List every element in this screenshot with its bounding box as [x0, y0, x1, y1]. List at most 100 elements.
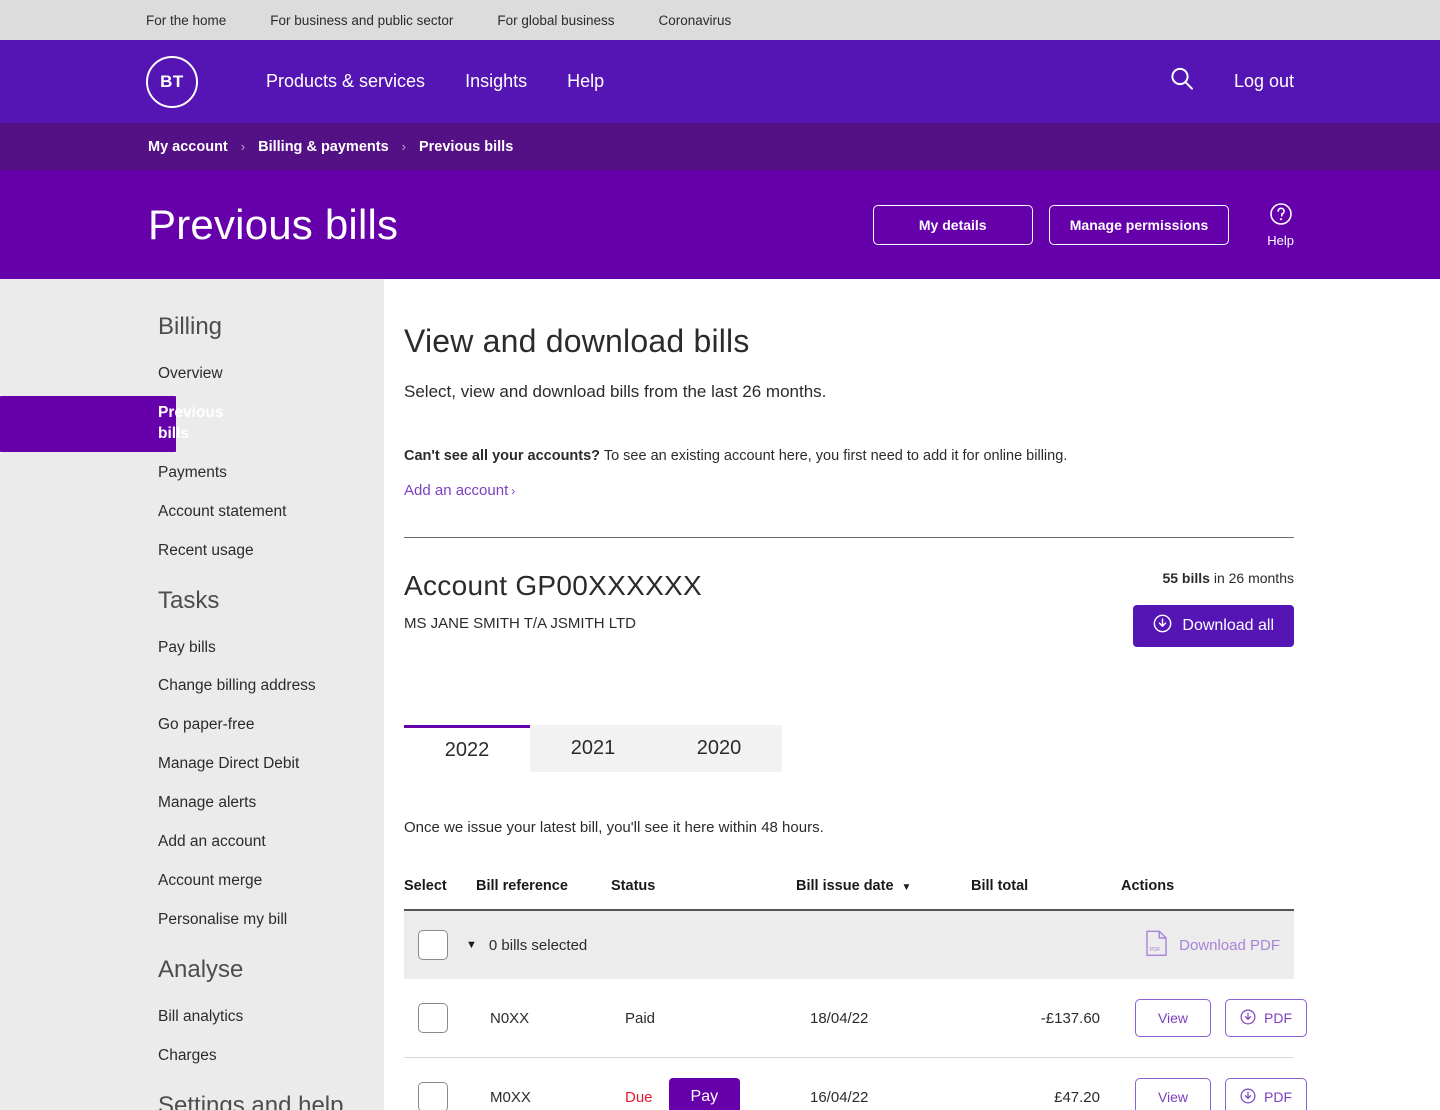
bills-table: Select Bill reference Status Bill issue …	[404, 878, 1307, 1110]
search-icon[interactable]	[1168, 65, 1196, 98]
add-an-account-link[interactable]: Add an account ›	[404, 482, 515, 499]
sidebar-item-previous-bills[interactable]: Previous bills	[0, 395, 223, 452]
column-header-select: Select	[404, 878, 447, 894]
download-bill-pdf-button[interactable]: PDF	[1225, 1078, 1307, 1110]
download-all-label: Download all	[1182, 617, 1274, 634]
status-badge: Due	[625, 1088, 653, 1106]
row-checkbox[interactable]	[418, 1082, 448, 1110]
bill-count: 55 bills in 26 months	[1133, 570, 1294, 586]
column-header-status: Status	[611, 878, 656, 894]
selected-bills-count: 0 bills selected	[488, 936, 588, 954]
table-row: M0XX Due Pay 16/04/22 £47.20 View PDF	[404, 1058, 1307, 1110]
sidebar-item-account-merge[interactable]: Account merge	[0, 864, 384, 899]
sidebar-item-manage-alerts[interactable]: Manage alerts	[0, 786, 384, 821]
breadcrumb-item-billing-payments[interactable]: Billing & payments	[258, 139, 389, 155]
breadcrumb-item-my-account[interactable]: My account	[148, 139, 228, 155]
latest-bill-note: Once we issue your latest bill, you'll s…	[404, 819, 824, 836]
table-row: N0XX Paid 18/04/22 -£137.60 View PDF	[404, 979, 1307, 1058]
status-badge: Paid	[625, 1009, 656, 1027]
nav-item-insights[interactable]: Insights	[465, 71, 527, 92]
bt-logo[interactable]: BT	[146, 55, 198, 108]
column-header-actions: Actions	[1121, 878, 1175, 894]
section-description: Select, view and download bills from the…	[404, 382, 827, 401]
logout-link[interactable]: Log out	[1234, 71, 1294, 92]
sidebar-item-manage-direct-debit[interactable]: Manage Direct Debit	[0, 747, 384, 782]
row-checkbox[interactable]	[418, 1003, 448, 1033]
cell-bill-reference: N0XX	[490, 1009, 530, 1027]
nav-item-products-services[interactable]: Products & services	[266, 71, 425, 92]
nav-item-help[interactable]: Help	[567, 71, 604, 92]
main-navigation: BT Products & services Insights Help Log…	[0, 40, 1440, 123]
view-bill-button[interactable]: View	[1135, 999, 1211, 1037]
cell-status: Due Pay	[625, 1078, 810, 1110]
tab-2022[interactable]: 2022	[404, 725, 530, 772]
question-circle-icon	[1269, 202, 1293, 231]
breadcrumb-separator-icon: ›	[401, 139, 406, 154]
utility-nav-item-global[interactable]: For global business	[497, 13, 614, 28]
help-button[interactable]: Help	[1267, 202, 1294, 248]
utility-nav-item-coronavirus[interactable]: Coronavirus	[658, 13, 731, 28]
bill-count-value: 55 bills	[1162, 570, 1210, 586]
utility-nav-item-home[interactable]: For the home	[146, 13, 226, 28]
cell-bill-issue-date: 18/04/22	[810, 1009, 869, 1027]
my-details-button[interactable]: My details	[872, 204, 1033, 245]
breadcrumb-item-previous-bills: Previous bills	[418, 138, 514, 155]
sidebar-item-add-an-account[interactable]: Add an account	[0, 825, 384, 860]
column-header-bill-total: Bill total	[971, 878, 1029, 894]
select-all-checkbox[interactable]	[418, 930, 448, 960]
sidebar-item-pay-bills[interactable]: Pay bills	[0, 631, 384, 666]
accounts-note-detail: To see an existing account here, you fir…	[600, 448, 1068, 464]
page-title: Previous bills	[148, 200, 399, 248]
column-header-bill-issue-date-label: Bill issue date	[796, 878, 894, 894]
sidebar-item-payments[interactable]: Payments	[0, 456, 384, 491]
svg-text:PDF: PDF	[1150, 947, 1161, 953]
section-heading: View and download bills	[404, 323, 750, 359]
sidebar-group-title-tasks: Tasks	[158, 586, 220, 614]
pdf-file-icon: PDF	[1145, 930, 1168, 961]
cell-bill-total: -£137.60	[1040, 1009, 1100, 1027]
cell-status: Paid	[625, 1010, 810, 1027]
manage-permissions-button[interactable]: Manage permissions	[1048, 204, 1230, 245]
sidebar-group-title-analyse: Analyse	[158, 955, 244, 983]
download-all-button[interactable]: Download all	[1133, 605, 1294, 647]
bill-count-period: in 26 months	[1209, 570, 1294, 586]
tab-2020[interactable]: 2020	[656, 725, 782, 772]
add-an-account-label: Add an account	[404, 482, 509, 499]
cell-actions: View PDF	[1100, 1078, 1307, 1110]
download-pdf-bulk-button[interactable]: PDF Download PDF	[1145, 930, 1280, 961]
bulk-select-bar: ▼ 0 bills selected PDF Download PDF	[404, 911, 1294, 979]
sidebar-item-personalise-my-bill[interactable]: Personalise my bill	[0, 903, 384, 938]
sidebar: Billing Overview Previous bills Payments…	[0, 279, 384, 1110]
sidebar-item-bill-analytics[interactable]: Bill analytics	[0, 1000, 384, 1035]
sidebar-item-recent-usage[interactable]: Recent usage	[0, 534, 384, 569]
utility-nav: For the home For business and public sec…	[0, 0, 1440, 40]
download-circle-icon	[1240, 1088, 1256, 1107]
tab-2021[interactable]: 2021	[530, 725, 656, 772]
view-bill-button[interactable]: View	[1135, 1078, 1211, 1110]
sidebar-item-account-statement[interactable]: Account statement	[0, 495, 384, 530]
column-header-bill-issue-date[interactable]: Bill issue date ▼	[796, 878, 971, 894]
pay-bill-button[interactable]: Pay	[668, 1078, 741, 1110]
sidebar-item-overview[interactable]: Overview	[0, 357, 384, 392]
section-divider	[404, 537, 1294, 538]
accounts-note: Can't see all your accounts? To see an e…	[404, 448, 1294, 464]
sidebar-item-go-paper-free[interactable]: Go paper-free	[0, 708, 384, 743]
main-nav-links: Products & services Insights Help	[266, 71, 604, 92]
help-button-label: Help	[1267, 232, 1294, 248]
download-bill-pdf-label: PDF	[1264, 1089, 1292, 1105]
main-nav-right: Log out	[1168, 65, 1294, 98]
sidebar-item-charges[interactable]: Charges	[0, 1039, 384, 1074]
cell-actions: View PDF	[1100, 999, 1307, 1037]
sidebar-group-title-settings-and-help: Settings and help	[158, 1091, 344, 1110]
accounts-note-question: Can't see all your accounts?	[404, 448, 601, 464]
download-circle-icon	[1153, 614, 1172, 638]
row-select-cell	[418, 1003, 490, 1033]
utility-nav-item-business[interactable]: For business and public sector	[270, 13, 453, 28]
table-header: Select Bill reference Status Bill issue …	[404, 878, 1294, 911]
select-all-dropdown-caret-icon[interactable]: ▼	[462, 935, 481, 955]
breadcrumb-separator-icon: ›	[240, 139, 246, 154]
page-header: Previous bills My details Manage permiss…	[0, 170, 1440, 279]
sidebar-item-change-billing-address[interactable]: Change billing address	[0, 669, 384, 704]
row-select-cell	[418, 1082, 490, 1110]
download-bill-pdf-button[interactable]: PDF	[1225, 999, 1307, 1037]
